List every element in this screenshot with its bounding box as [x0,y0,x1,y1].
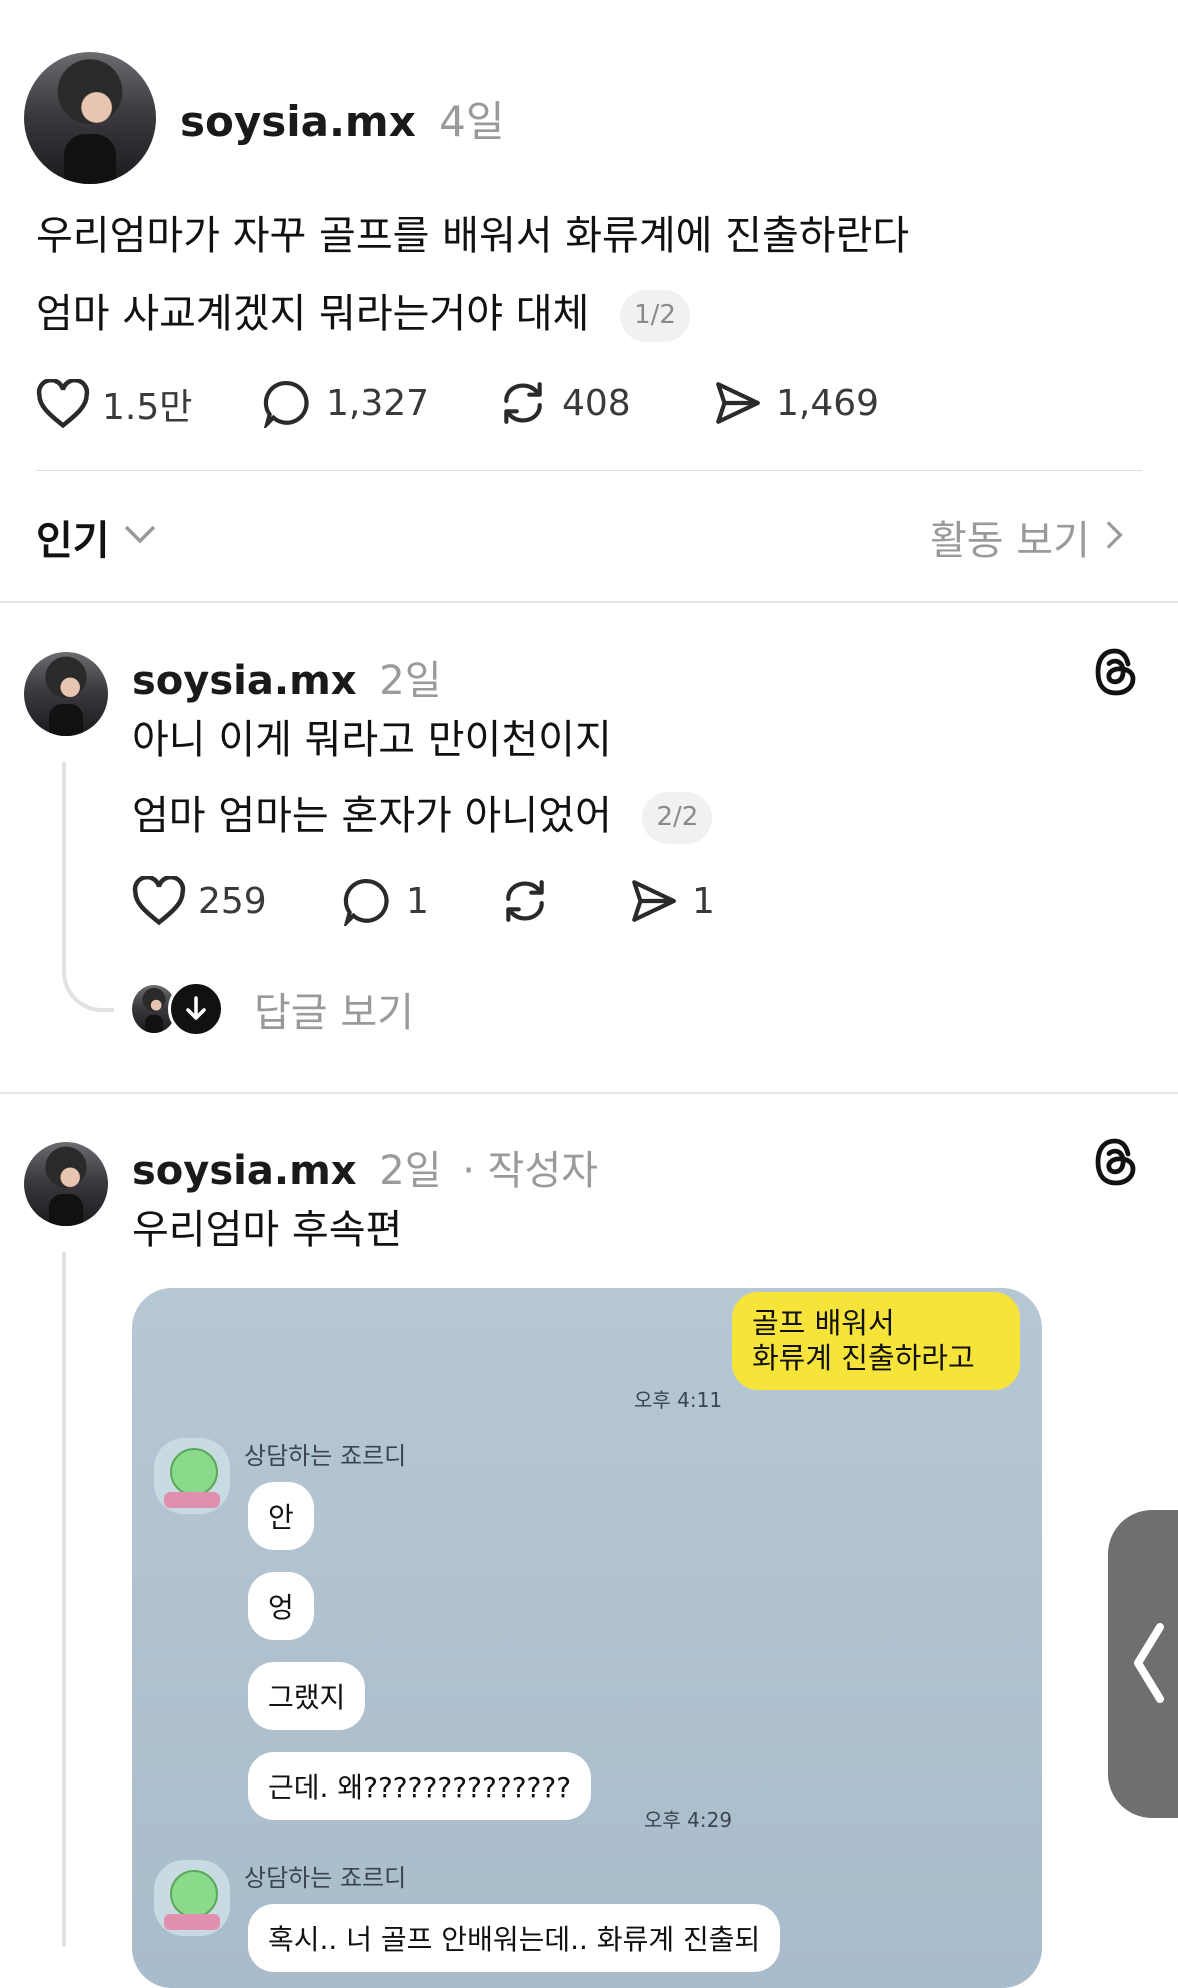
post-text-line2: 엄마 사교계겠지 뭐라는거야 대체 [36,291,590,337]
chevron-down-icon [124,525,156,549]
section-divider-2 [0,1092,1178,1094]
repost-icon [498,876,552,926]
reply1-time: 2일 [379,658,442,704]
bot-avatar-2 [154,1860,230,1936]
repost-icon [496,378,550,428]
bot-message-time: 오후 4:29 [644,1808,733,1832]
my-message-bubble: 골프 배워서 화류계 진출하라고 [732,1292,1020,1390]
comment-icon [262,378,314,428]
reply1-text-line2: 엄마 엄마는 혼자가 아니었어 [132,793,612,839]
post-page-indicator: 1/2 [620,290,690,342]
reply1-share-button[interactable]: 1 [626,876,715,926]
reply2-username[interactable]: soysia.mx [132,1148,357,1194]
chevron-right-icon [1106,519,1124,555]
reply2-avatar[interactable] [24,1142,108,1226]
sort-dropdown[interactable]: 인기 [36,508,156,566]
post-header: soysia.mx 4일 [180,88,505,149]
post-text-line2-row: 엄마 사교계겠지 뭐라는거야 대체 1/2 [36,290,690,342]
bot-message-2: 엉 [248,1572,314,1640]
reply1-avatar[interactable] [24,652,108,736]
sort-label: 인기 [36,518,110,564]
repost-button[interactable]: 408 [496,378,631,428]
reply1-text-line2-row: 엄마 엄마는 혼자가 아니었어 2/2 [132,792,713,844]
heart-icon [132,876,186,926]
reply1-page-indicator: 2/2 [642,792,713,844]
chevron-left-icon [1130,1622,1166,1708]
bot-name-2: 상담하는 죠르디 [244,1864,407,1892]
reply2-time: 2일 [379,1148,442,1194]
reply1-like-count: 259 [198,880,267,922]
reply1-repost-button[interactable] [498,876,552,926]
side-panel-handle[interactable] [1108,1510,1178,1818]
comment-icon [342,876,394,926]
reply1-share-count: 1 [692,880,715,922]
thread-connector [62,762,114,1012]
my-message-line1: 골프 배워서 [752,1306,895,1340]
chat-screenshot-image[interactable]: 골프 배워서 화류계 진출하라고 오후 4:11 상담하는 죠르디 안 엉 그랬… [132,1288,1042,1988]
activity-link[interactable]: 활동 보기 [930,508,1124,566]
share-button[interactable]: 1,469 [710,378,879,428]
share-count: 1,469 [776,382,880,424]
comment-button[interactable]: 1,327 [262,378,429,428]
post-divider [36,470,1142,471]
activity-label: 활동 보기 [930,518,1090,564]
reply1-like-button[interactable]: 259 [132,876,267,926]
author-tag: · 작성자 [462,1148,599,1194]
heart-icon [36,379,90,429]
reply1-comment-count: 1 [406,880,429,922]
view-replies-button[interactable]: 답글 보기 [132,980,414,1038]
like-button[interactable]: 1.5만 [36,378,192,430]
reply1-comment-button[interactable]: 1 [342,876,429,926]
like-count: 1.5만 [102,387,193,428]
bot-message-3: 그랬지 [248,1662,366,1730]
reply2-header: soysia.mx 2일 · 작성자 [132,1138,598,1196]
post-username[interactable]: soysia.mx [180,97,416,146]
thread-line [62,1252,66,1947]
post-text-line1: 우리엄마가 자꾸 골프를 배워서 화류계에 진출하란다 [36,213,910,259]
post-time: 4일 [439,97,505,146]
bot-message-4: 근데. 왜?????????????? [248,1752,592,1820]
send-icon [626,876,680,926]
reply1-username[interactable]: soysia.mx [132,658,357,704]
bot-avatar [154,1438,230,1514]
my-message-line2: 화류계 진출하라고 [752,1340,975,1375]
bot-name: 상담하는 죠르디 [244,1442,407,1470]
reply1-header: soysia.mx 2일 [132,648,442,706]
send-icon [710,378,764,428]
my-message-time: 오후 4:11 [634,1388,723,1412]
reply1-text-line1: 아니 이게 뭐라고 만이천이지 [132,717,612,763]
bot-message-1: 안 [248,1482,314,1550]
arrow-down-icon [168,981,224,1037]
view-replies-label: 답글 보기 [254,990,414,1036]
threads-logo-icon[interactable] [1092,1136,1140,1192]
threads-logo-icon[interactable] [1092,646,1140,702]
reply2-text: 우리엄마 후속편 [132,1207,403,1253]
section-divider-1 [0,601,1178,603]
repost-count: 408 [562,382,631,424]
comment-count: 1,327 [326,382,430,424]
post-avatar[interactable] [24,52,156,184]
bot-message-5: 혹시.. 너 골프 안배워는데.. 화류계 진출되 [248,1904,781,1972]
